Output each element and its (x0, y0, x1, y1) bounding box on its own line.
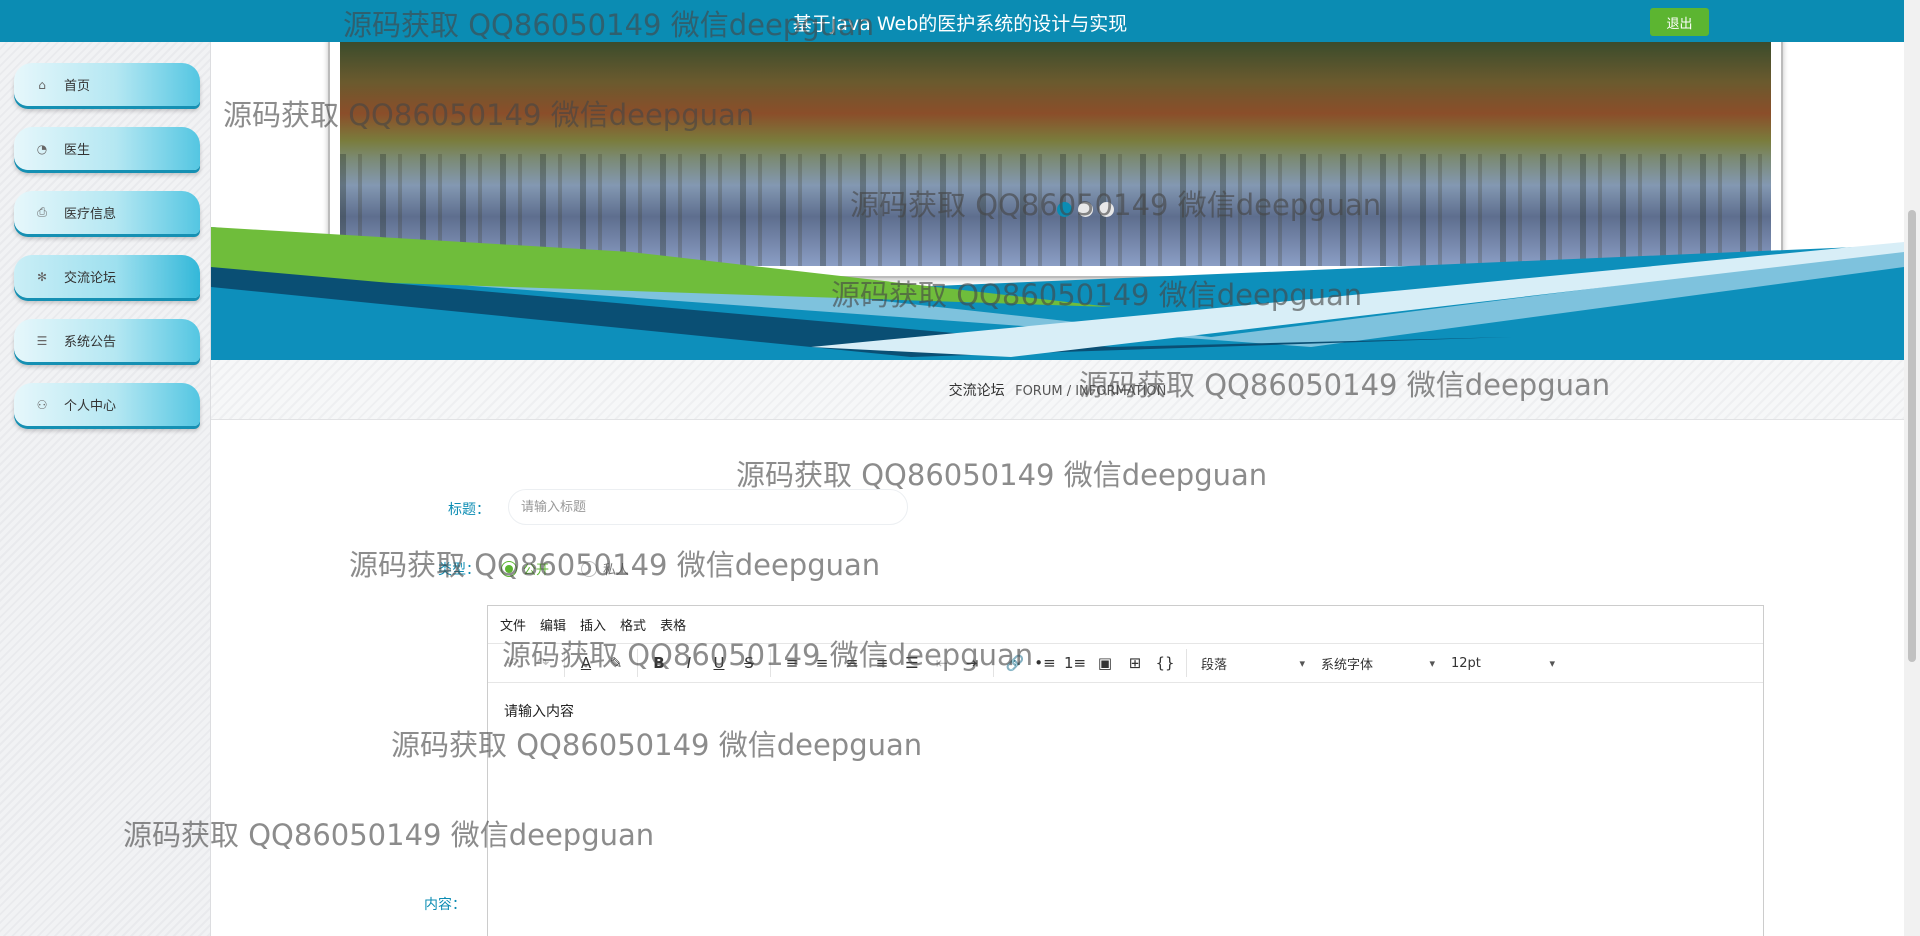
menu-insert[interactable]: 插入 (580, 615, 606, 634)
menu-table[interactable]: 表格 (660, 615, 686, 634)
code-icon[interactable]: {} (1150, 649, 1180, 677)
home-icon: ⌂ (38, 77, 46, 92)
sliders-icon: ☰ (36, 333, 48, 348)
page-scrollbar[interactable] (1904, 0, 1920, 936)
text-color-icon[interactable]: A (571, 649, 601, 677)
numbered-list-icon[interactable]: 1≡ (1060, 649, 1090, 677)
banner (211, 42, 1904, 360)
rich-text-editor: 文件 编辑 插入 格式 表格 ↶ ↷ A ✎ B I U S ≡ ≡ ≡ ≡ ☰… (487, 605, 1764, 936)
menu-edit[interactable]: 编辑 (540, 615, 566, 634)
breadcrumb-title: 交流论坛 (948, 383, 1005, 399)
font-family-select[interactable]: 系统字体 ▾ (1313, 649, 1443, 677)
dashboard-icon: ◔ (36, 141, 48, 156)
font-size-select[interactable]: 12pt ▾ (1443, 649, 1563, 677)
title-label: 标题： (448, 502, 490, 518)
chevron-down-icon: ▾ (1429, 656, 1435, 670)
sidebar-item-profile[interactable]: ⚇ 个人中心 (14, 383, 200, 426)
forum-post-form: 标题： 类型： 公开 私人 文件 编辑 插入 格式 表格 ↶ ↷ A ✎ B I… (211, 420, 1904, 936)
printer-icon: ⎙ (37, 205, 47, 219)
align-center-icon[interactable]: ≡ (807, 649, 837, 677)
sidebar-item-label: 医疗信息 (64, 207, 117, 222)
user-icon: ⚇ (36, 397, 48, 412)
align-left-icon[interactable]: ≡ (777, 649, 807, 677)
redo-icon[interactable]: ↷ (528, 649, 558, 677)
radio-circle (581, 560, 597, 577)
undo-icon[interactable]: ↶ (498, 649, 528, 677)
sidebar-item-forum[interactable]: ✻ 交流论坛 (14, 255, 200, 298)
text-justify-icon[interactable]: ☰ (897, 649, 927, 677)
logout-button[interactable]: 退出 (1650, 8, 1709, 36)
type-radio-public[interactable]: 公开 (501, 559, 549, 578)
strikethrough-icon[interactable]: S (734, 649, 764, 677)
carousel-dot[interactable] (1057, 202, 1072, 217)
editor-content-area[interactable]: 请输入内容 (488, 683, 1763, 739)
sidebar-item-medical-info[interactable]: ⎙ 医疗信息 (14, 191, 200, 234)
image-icon[interactable]: ▣ (1090, 649, 1120, 677)
sidebar: ⌂ 首页 ◔ 医生 ⎙ 医疗信息 ✻ 交流论坛 ☰ 系统公告 ⚇ 个人中心 (0, 42, 211, 936)
system-title: 基于Java Web的医护系统的设计与实现 (792, 13, 1128, 35)
title-input[interactable] (508, 489, 908, 525)
sidebar-item-doctors[interactable]: ◔ 医生 (14, 127, 200, 170)
table-icon[interactable]: ⊞ (1120, 649, 1150, 677)
sidebar-item-label: 系统公告 (64, 335, 117, 350)
indent-icon[interactable]: ⇥ (957, 649, 987, 677)
breadcrumb-subtitle: FORUM / INFORMATION (1015, 384, 1167, 399)
highlight-color-icon[interactable]: ✎ (601, 649, 631, 677)
align-right-icon[interactable]: ≡ (837, 649, 867, 677)
link-icon[interactable]: 🔗 (1000, 649, 1030, 677)
chevron-down-icon: ▾ (1549, 656, 1555, 670)
editor-menubar: 文件 编辑 插入 格式 表格 (488, 606, 1763, 644)
carousel-dot[interactable] (1099, 202, 1114, 217)
italic-icon[interactable]: I (674, 649, 704, 677)
sidebar-item-label: 个人中心 (64, 399, 117, 414)
top-bar: 基于Java Web的医护系统的设计与实现 退出 (0, 0, 1920, 42)
carousel-dot[interactable] (1078, 202, 1093, 217)
sidebar-item-label: 首页 (64, 79, 91, 94)
radio-circle (501, 560, 517, 577)
type-label: 类型： (438, 562, 480, 578)
sidebar-item-label: 交流论坛 (64, 271, 117, 286)
underline-icon[interactable]: U (704, 649, 734, 677)
content-label: 内容： (424, 897, 466, 913)
chevron-down-icon: ▾ (1299, 656, 1305, 670)
align-justify-icon[interactable]: ≡ (867, 649, 897, 677)
sidebar-item-label: 医生 (64, 143, 91, 158)
breadcrumb: 交流论坛 FORUM / INFORMATION (211, 360, 1904, 420)
bold-icon[interactable]: B (644, 649, 674, 677)
menu-file[interactable]: 文件 (500, 615, 526, 634)
banner-wave-decoration (211, 227, 1904, 360)
type-radio-private[interactable]: 私人 (581, 559, 629, 578)
block-format-select[interactable]: 段落 ▾ (1193, 649, 1313, 677)
snowflake-icon: ✻ (36, 269, 48, 284)
scrollbar-thumb[interactable] (1908, 210, 1916, 662)
sidebar-item-home[interactable]: ⌂ 首页 (14, 63, 200, 106)
editor-toolbar: ↶ ↷ A ✎ B I U S ≡ ≡ ≡ ≡ ☰ ⇤ ⇥ 🔗 •≡ 1≡ ▣ … (488, 644, 1763, 683)
carousel-dots (340, 202, 1771, 217)
bullet-list-icon[interactable]: •≡ (1030, 649, 1060, 677)
menu-format[interactable]: 格式 (620, 615, 646, 634)
outdent-icon[interactable]: ⇤ (927, 649, 957, 677)
sidebar-item-announcements[interactable]: ☰ 系统公告 (14, 319, 200, 362)
